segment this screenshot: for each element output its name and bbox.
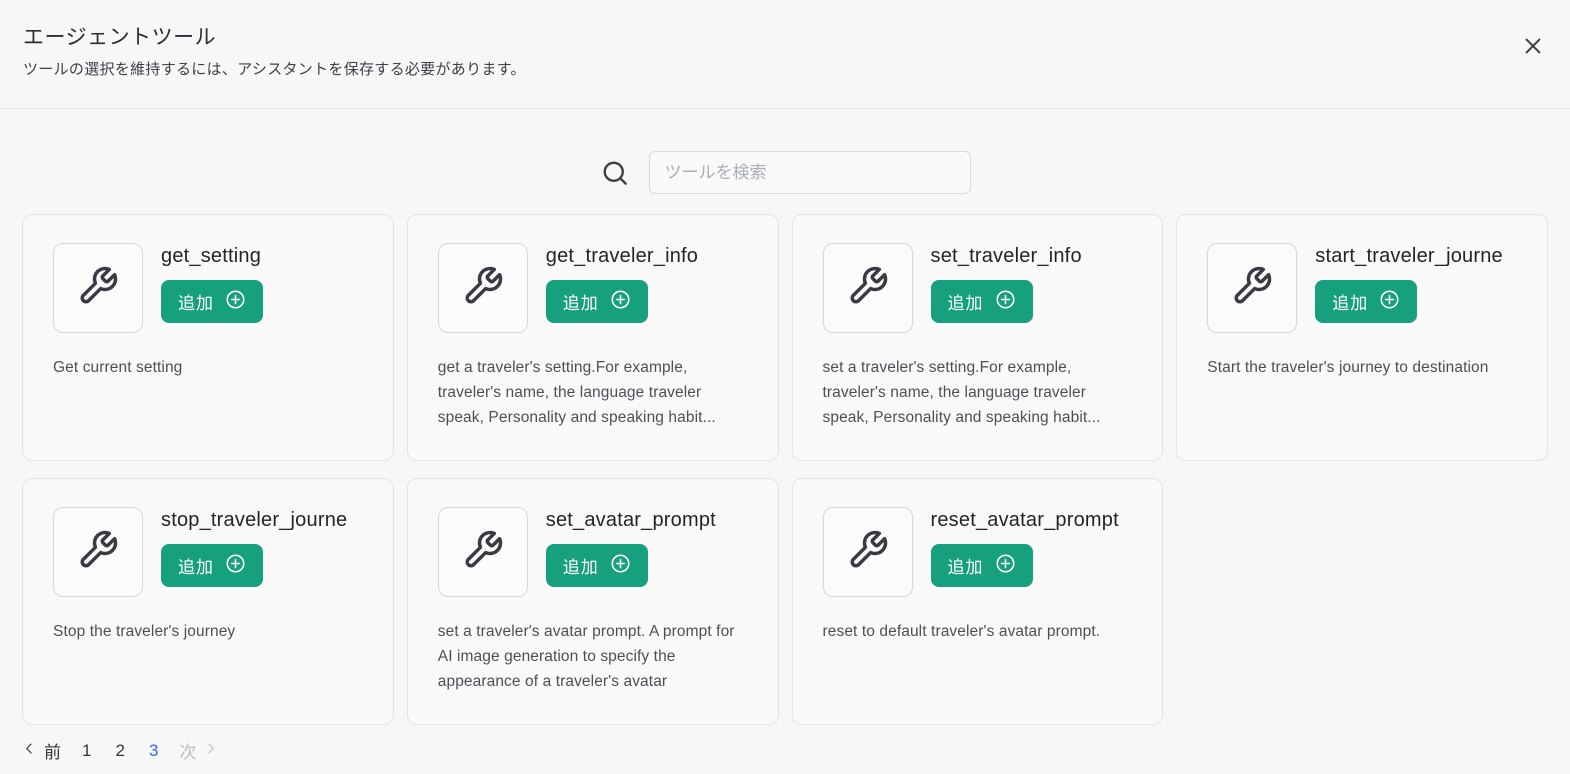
- tool-icon-tile: [822, 507, 913, 597]
- pagination-next-label: 次: [179, 743, 197, 762]
- tool-description: set a traveler's avatar prompt. A prompt…: [437, 623, 735, 691]
- add-button-label: 追加: [1332, 294, 1369, 313]
- tool-head: reset_avatar_prompt 追加: [930, 507, 1133, 597]
- add-tool-button[interactable]: 追加: [930, 280, 1033, 323]
- tool-description: set a traveler's setting.For example, tr…: [822, 359, 1101, 427]
- tool-card-top: start_traveler_journe 追加: [1207, 243, 1517, 333]
- tool-name: set_traveler_info: [930, 245, 1082, 267]
- wrench-icon: [77, 265, 119, 312]
- pagination-page-1[interactable]: 1: [79, 741, 94, 761]
- chevron-right-icon: [203, 741, 218, 761]
- pagination: 前 1 2 3 次: [22, 738, 1548, 763]
- tool-head: stop_traveler_journe 追加: [161, 507, 363, 597]
- add-button-label: 追加: [178, 558, 214, 577]
- tool-icon-tile: [822, 243, 913, 333]
- tool-name: start_traveler_journe: [1315, 245, 1503, 267]
- tool-icon-tile: [437, 243, 528, 333]
- chevron-left-icon: [22, 741, 37, 761]
- tool-name: stop_traveler_journe: [161, 509, 348, 531]
- tool-icon-tile: [1207, 243, 1298, 333]
- tool-icon-tile: [437, 507, 528, 597]
- tool-card: get_setting 追加 Get current setting: [22, 214, 394, 461]
- tool-head: set_avatar_prompt 追加: [545, 507, 748, 597]
- tool-description: Stop the traveler's journey: [53, 623, 236, 640]
- pagination-next-button[interactable]: 次: [179, 738, 218, 763]
- wrench-icon: [847, 265, 889, 312]
- wrench-icon: [77, 529, 119, 576]
- wrench-icon: [847, 529, 889, 576]
- add-tool-button[interactable]: 追加: [161, 544, 263, 587]
- search-row: [0, 151, 1570, 194]
- tools-grid: get_setting 追加 Get current setting get_t…: [22, 214, 1548, 725]
- tool-description: reset to default traveler's avatar promp…: [822, 623, 1101, 640]
- add-tool-button[interactable]: 追加: [930, 544, 1033, 587]
- add-tool-button[interactable]: 追加: [1315, 280, 1418, 323]
- pagination-prev-button[interactable]: 前: [22, 738, 61, 763]
- search-input[interactable]: [648, 151, 971, 194]
- tool-head: get_setting 追加: [161, 243, 363, 333]
- wrench-icon: [1231, 265, 1273, 312]
- add-tool-button[interactable]: 追加: [545, 280, 648, 323]
- plus-circle-icon: [1379, 289, 1400, 315]
- close-icon: [1522, 35, 1544, 60]
- plus-circle-icon: [225, 553, 246, 579]
- tool-name: set_avatar_prompt: [545, 509, 716, 531]
- pagination-page-3-current[interactable]: 3: [146, 741, 161, 761]
- tool-head: get_traveler_info 追加: [545, 243, 748, 333]
- modal-header: エージェントツール ツールの選択を維持するには、アシスタントを保存する必要があり…: [0, 0, 1570, 109]
- plus-circle-icon: [995, 289, 1016, 315]
- tool-card: get_traveler_info 追加 get a traveler's se…: [406, 214, 779, 461]
- tool-head: start_traveler_journe 追加: [1315, 243, 1517, 333]
- add-button-label: 追加: [947, 294, 984, 313]
- tool-card-top: set_avatar_prompt 追加: [437, 507, 748, 597]
- tool-description: Get current setting: [53, 359, 183, 376]
- plus-circle-icon: [610, 553, 631, 579]
- pagination-prev-label: 前: [44, 743, 61, 762]
- add-tool-button[interactable]: 追加: [161, 280, 263, 323]
- page-subtitle: ツールの選択を維持するには、アシスタントを保存する必要があります。: [23, 61, 526, 78]
- tool-card-top: reset_avatar_prompt 追加: [822, 507, 1133, 597]
- plus-circle-icon: [225, 289, 246, 315]
- pagination-page-2[interactable]: 2: [112, 741, 127, 761]
- add-button-label: 追加: [178, 294, 214, 313]
- add-button-label: 追加: [562, 558, 599, 577]
- wrench-icon: [462, 529, 504, 576]
- add-button-label: 追加: [947, 558, 984, 577]
- tool-card-top: get_traveler_info 追加: [437, 243, 748, 333]
- tool-card: set_traveler_info 追加 set a traveler's se…: [791, 214, 1164, 461]
- add-tool-button[interactable]: 追加: [545, 544, 648, 587]
- close-button[interactable]: [1520, 34, 1546, 60]
- tool-name: reset_avatar_prompt: [930, 509, 1119, 531]
- tool-description: get a traveler's setting.For example, tr…: [437, 359, 716, 427]
- tool-card: stop_traveler_journe 追加 Stop the travele…: [22, 478, 394, 725]
- plus-circle-icon: [610, 289, 631, 315]
- plus-circle-icon: [995, 553, 1016, 579]
- tool-card-top: set_traveler_info 追加: [822, 243, 1133, 333]
- add-button-label: 追加: [562, 294, 599, 313]
- page-title: エージェントツール: [23, 26, 217, 49]
- tool-card-top: get_setting 追加: [53, 243, 363, 333]
- tool-icon-tile: [53, 243, 143, 333]
- tool-icon-tile: [53, 507, 143, 597]
- tool-head: set_traveler_info 追加: [930, 243, 1133, 333]
- tool-card: set_avatar_prompt 追加 set a traveler's av…: [406, 478, 779, 725]
- wrench-icon: [462, 265, 504, 312]
- tool-name: get_traveler_info: [545, 245, 699, 267]
- tool-card: start_traveler_journe 追加 Start the trave…: [1176, 214, 1548, 461]
- search-icon: [600, 158, 630, 188]
- tool-card-top: stop_traveler_journe 追加: [53, 507, 363, 597]
- tool-card: reset_avatar_prompt 追加 reset to default …: [791, 478, 1164, 725]
- tool-description: Start the traveler's journey to destinat…: [1207, 359, 1489, 376]
- tool-name: get_setting: [161, 245, 262, 267]
